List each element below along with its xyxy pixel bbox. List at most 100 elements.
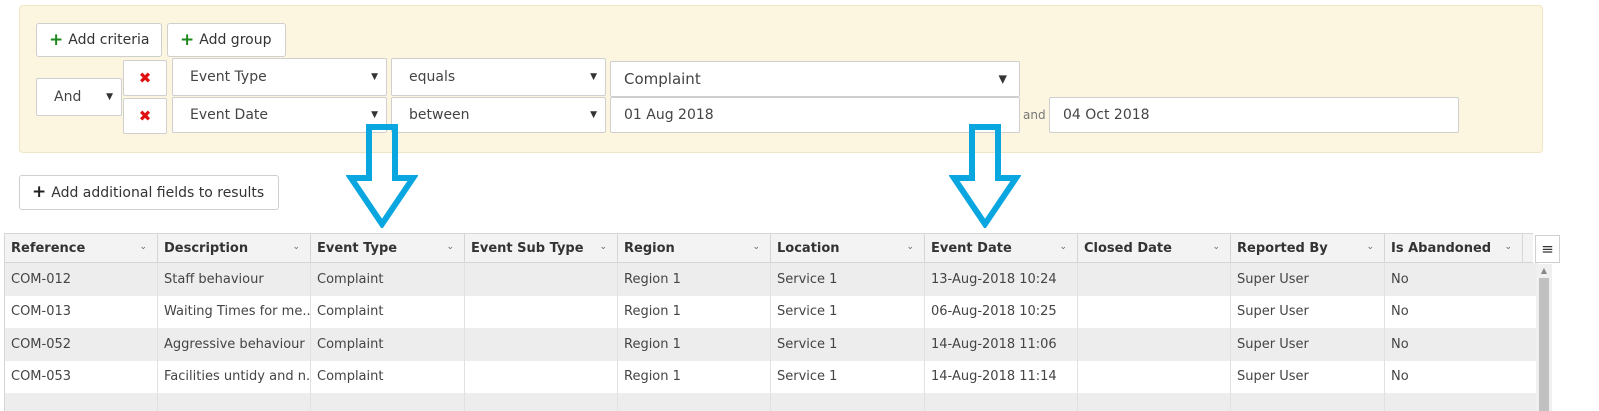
table-row[interactable]: COM-012 Staff behaviour Complaint Region… (5, 263, 1538, 296)
add-fields-label: Add additional fields to results (51, 184, 265, 201)
table-cell: COM-053 (5, 360, 158, 393)
caret-down-icon: ▼ (371, 110, 378, 120)
plus-icon: + (32, 182, 47, 202)
date-from-value: 01 Aug 2018 (624, 107, 714, 123)
close-icon: ✖ (138, 106, 152, 125)
down-arrow-icon (949, 124, 1021, 228)
table-cell: 14-Aug-2018 11:06 (925, 328, 1078, 361)
chevron-down-icon[interactable]: ⌄ (292, 242, 300, 252)
table-cell: COM-052 (5, 328, 158, 361)
table-cell: 13-Aug-2018 10:24 (925, 263, 1078, 296)
logic-operator-select[interactable]: And ▼ (36, 78, 122, 116)
chevron-down-icon[interactable]: ⌄ (752, 242, 760, 252)
table-cell (465, 393, 618, 411)
table-cell: Complaint (311, 360, 465, 393)
vertical-scrollbar[interactable]: ▲ (1536, 264, 1552, 411)
table-cell: Super User (1231, 263, 1385, 296)
hamburger-icon: ≡ (1541, 240, 1554, 258)
column-header-label: Description (164, 241, 249, 256)
date-to-input[interactable]: 04 Oct 2018 (1049, 97, 1459, 133)
table-cell (465, 295, 618, 328)
column-header-event-sub-type[interactable]: Event Sub Type ⌄ (465, 234, 618, 263)
table-cell: Service 1 (771, 295, 925, 328)
table-cell (465, 328, 618, 361)
table-cell: 14-Aug-2018 11:14 (925, 360, 1078, 393)
column-header-reported-by[interactable]: Reported By ⌄ (1231, 234, 1385, 263)
chevron-down-icon[interactable]: ⌄ (139, 242, 147, 252)
add-criteria-button[interactable]: + Add criteria (36, 23, 162, 57)
plus-icon: + (180, 29, 195, 50)
chevron-down-icon[interactable]: ⌄ (1366, 242, 1374, 252)
operator-select[interactable]: equals ▼ (391, 58, 606, 96)
column-header-location[interactable]: Location ⌄ (771, 234, 925, 263)
chevron-down-icon[interactable]: ⌄ (1059, 242, 1067, 252)
table-cell: Super User (1231, 295, 1385, 328)
table-row[interactable]: COM-052 Aggressive behaviour Complaint R… (5, 328, 1538, 361)
scroll-thumb[interactable] (1539, 278, 1549, 411)
add-fields-button[interactable]: + Add additional fields to results (19, 175, 279, 210)
column-header-region[interactable]: Region ⌄ (618, 234, 771, 263)
table-cell (1078, 360, 1231, 393)
column-header-event-type[interactable]: Event Type ⌄ (311, 234, 465, 263)
date-to-value: 04 Oct 2018 (1063, 107, 1150, 123)
table-cell (465, 263, 618, 296)
chevron-down-icon[interactable]: ⌄ (446, 242, 454, 252)
table-cell: Complaint (311, 263, 465, 296)
table-cell: No (1391, 369, 1409, 385)
column-header-label: Event Sub Type (471, 241, 584, 256)
down-arrow-icon (346, 124, 418, 228)
column-header-description[interactable]: Description ⌄ (158, 234, 311, 263)
table-cell: Region 1 (618, 328, 771, 361)
table-cell (311, 393, 465, 411)
table-cell (1078, 393, 1231, 411)
add-group-button[interactable]: + Add group (167, 23, 286, 57)
column-header-event-date[interactable]: Event Date ⌄ (925, 234, 1078, 263)
chevron-down-icon[interactable]: ⌄ (599, 242, 607, 252)
table-cell: Region 1 (618, 295, 771, 328)
value-select-value: Complaint (624, 70, 701, 88)
logic-operator-value: And (54, 89, 82, 105)
column-header-reference[interactable]: Reference ⌄ (5, 234, 158, 263)
chevron-down-icon[interactable]: ⌄ (1504, 242, 1512, 252)
table-cell (1078, 328, 1231, 361)
caret-down-icon: ▼ (590, 72, 597, 82)
remove-criteria-button[interactable]: ✖ (123, 98, 167, 134)
table-cell (1078, 263, 1231, 296)
field-select[interactable]: Event Type ▼ (172, 58, 387, 96)
value-select[interactable]: Complaint ▼ (610, 61, 1020, 97)
table-cell: Service 1 (771, 360, 925, 393)
results-grid: Reference ⌄ Description ⌄ Event Type ⌄ E… (4, 233, 1560, 411)
table-cell: No (1391, 336, 1409, 352)
table-cell: Aggressive behaviour (158, 328, 311, 361)
column-header-closed-date[interactable]: Closed Date ⌄ (1078, 234, 1231, 263)
table-row[interactable]: COM-053 Facilities untidy and n... Compl… (5, 360, 1538, 393)
column-header-label: Region (624, 241, 675, 256)
table-cell: 06-Aug-2018 10:25 (925, 295, 1078, 328)
table-cell: Facilities untidy and n... (158, 360, 311, 393)
close-icon: ✖ (138, 68, 152, 87)
add-criteria-label: Add criteria (68, 32, 150, 48)
scroll-up-icon[interactable]: ▲ (1536, 264, 1552, 276)
table-cell (771, 393, 925, 411)
table-cell (158, 393, 311, 411)
chevron-down-icon[interactable]: ⌄ (906, 242, 914, 252)
operator-select[interactable]: between ▼ (391, 97, 606, 133)
table-cell (925, 393, 1078, 411)
operator-select-value: equals (409, 69, 456, 85)
table-cell: Staff behaviour (158, 263, 311, 296)
table-cell: Complaint (311, 328, 465, 361)
column-menu-button[interactable]: ≡ (1535, 235, 1560, 263)
table-cell: Service 1 (771, 263, 925, 296)
table-cell (465, 360, 618, 393)
chevron-down-icon[interactable]: ⌄ (1212, 242, 1220, 252)
table-cell: Region 1 (618, 360, 771, 393)
table-cell (1231, 393, 1385, 411)
column-header-is-abandoned[interactable]: Is Abandoned ⌄ (1385, 234, 1523, 263)
remove-criteria-button[interactable]: ✖ (123, 60, 167, 96)
table-row[interactable]: COM-013 Waiting Times for me... Complain… (5, 295, 1538, 328)
operator-select-value: between (409, 107, 470, 123)
table-cell: Complaint (311, 295, 465, 328)
table-cell (1078, 295, 1231, 328)
table-row[interactable] (5, 393, 1538, 411)
caret-down-icon: ▼ (371, 72, 378, 82)
